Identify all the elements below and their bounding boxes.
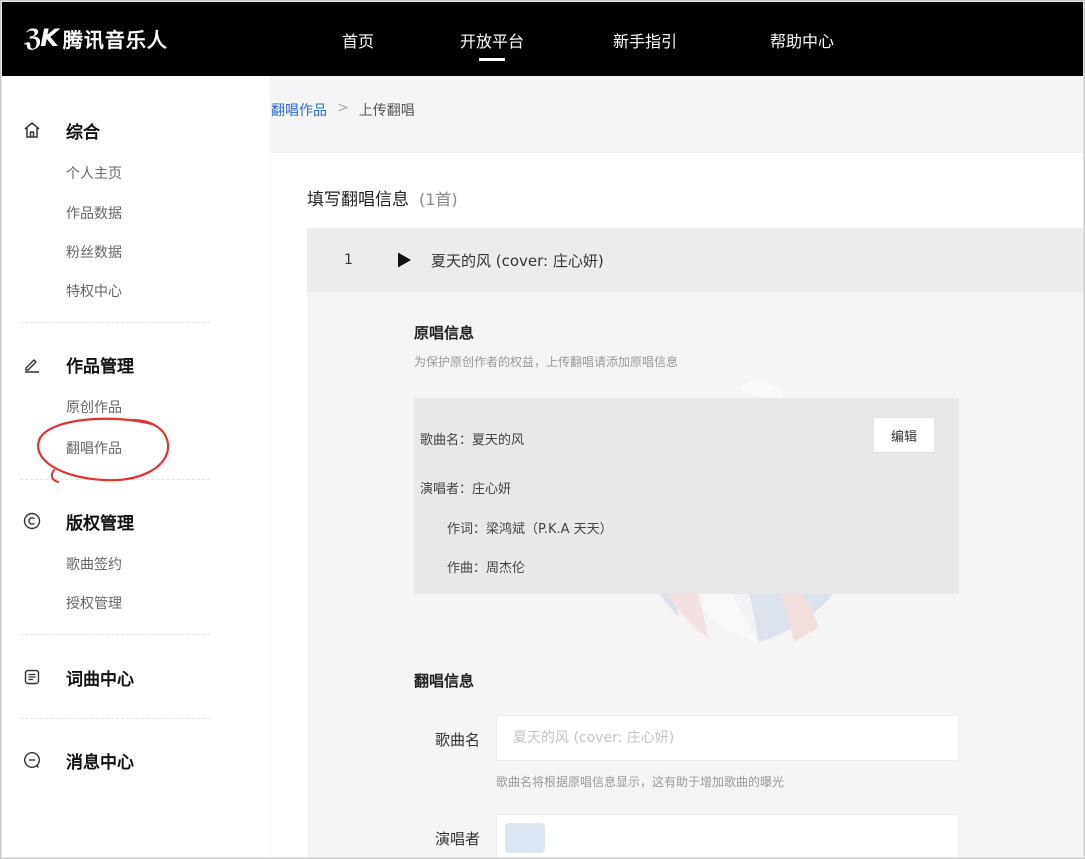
sidebar-item-works-data[interactable]: 作品数据: [66, 203, 122, 223]
sidebar: 综合 个人主页 作品数据 粉丝数据 特权中心 作品管理 原创作品 翻唱作品 版权…: [0, 76, 270, 859]
song-row[interactable]: 1 夏天的风 (cover: 庄心妍): [307, 228, 1085, 292]
logo-text: 腾讯音乐人: [62, 27, 168, 52]
cover-song-name-label: 歌曲名: [434, 731, 480, 749]
breadcrumb-link-cover-works[interactable]: 翻唱作品: [271, 100, 327, 120]
sidebar-item-license-management[interactable]: 授权管理: [66, 593, 122, 613]
card-title: 填写翻唱信息 (1首): [307, 185, 458, 210]
nav-open-platform[interactable]: 开放平台: [460, 28, 524, 52]
original-info-title: 原唱信息: [414, 324, 475, 342]
pencil-icon: [22, 354, 42, 374]
document-icon: [22, 667, 42, 687]
sidebar-section-title: 词曲中心: [66, 669, 134, 690]
original-info-note: 为保护原创作者的权益，上传翻唱请添加原唱信息: [414, 355, 679, 369]
song-title: 夏天的风 (cover: 庄心妍): [431, 251, 604, 270]
message-icon: [22, 750, 42, 770]
sidebar-section-copyright-management[interactable]: 版权管理: [22, 508, 134, 534]
original-song-name: 歌曲名：夏天的风: [420, 433, 525, 448]
top-navigation-bar: ℨK 腾讯音乐人 首页 开放平台 新手指引 帮助中心: [0, 0, 1085, 76]
sidebar-section-title: 版权管理: [66, 513, 134, 534]
cover-song-name-hint: 歌曲名将根据原唱信息显示，这有助于增加歌曲的曝光: [496, 775, 785, 789]
sidebar-divider: [20, 718, 210, 719]
sidebar-section-message-center[interactable]: 消息中心: [22, 747, 134, 773]
sidebar-item-fans-data[interactable]: 粉丝数据: [66, 242, 122, 262]
song-detail-panel: 原唱信息 为保护原创作者的权益，上传翻唱请添加原唱信息 歌曲名：夏天的风 演唱者…: [307, 292, 1085, 859]
song-index: 1: [344, 252, 353, 268]
sidebar-item-cover-works[interactable]: 翻唱作品: [66, 438, 122, 458]
play-icon[interactable]: [395, 251, 413, 273]
singer-avatar: [505, 823, 545, 853]
breadcrumb-separator: >: [337, 100, 349, 116]
sidebar-item-personal-home[interactable]: 个人主页: [66, 163, 122, 183]
breadcrumb: 翻唱作品 > 上传翻唱: [271, 100, 415, 120]
logo-mark: ℨK: [24, 24, 59, 52]
cover-singer-label: 演唱者: [434, 830, 480, 848]
edit-original-button[interactable]: 编辑: [873, 417, 935, 453]
song-count: (1首): [419, 190, 458, 209]
sidebar-section-works-management[interactable]: 作品管理: [22, 351, 134, 377]
sidebar-divider: [20, 634, 210, 635]
sidebar-item-original-works[interactable]: 原创作品: [66, 397, 122, 417]
upload-cover-card: 填写翻唱信息 (1首) 1 夏天的风 (cover: 庄心妍) 原唱信息 为保护原…: [271, 153, 1085, 859]
sidebar-divider: [20, 479, 210, 480]
breadcrumb-current: 上传翻唱: [358, 103, 415, 119]
sidebar-divider: [20, 322, 210, 323]
sidebar-section-overview[interactable]: 综合: [22, 117, 100, 143]
nav-home[interactable]: 首页: [342, 28, 374, 52]
original-info-box: 歌曲名：夏天的风 演唱者：庄心妍 作词：梁鸿斌（P.K.A 天天） 作曲：周杰伦…: [414, 398, 959, 594]
sidebar-item-song-contract[interactable]: 歌曲签约: [66, 554, 122, 574]
sidebar-section-title: 综合: [66, 122, 100, 143]
original-lyricist: 作词：梁鸿斌（P.K.A 天天）: [447, 522, 613, 537]
sidebar-section-title: 消息中心: [66, 752, 134, 773]
home-icon: [22, 120, 42, 140]
sidebar-section-lyrics-center[interactable]: 词曲中心: [22, 664, 134, 690]
original-singer: 演唱者：庄心妍: [420, 482, 512, 497]
original-composer: 作曲：周杰伦: [447, 561, 526, 576]
card-title-text: 填写翻唱信息: [307, 190, 409, 210]
cover-info-title: 翻唱信息: [414, 672, 475, 690]
cover-singer-input[interactable]: [496, 814, 959, 859]
sidebar-section-title: 作品管理: [66, 356, 134, 377]
sidebar-item-privilege-center[interactable]: 特权中心: [66, 281, 122, 301]
brand-logo[interactable]: ℨK 腾讯音乐人: [24, 22, 168, 54]
nav-beginner-guide[interactable]: 新手指引: [613, 28, 677, 52]
copyright-icon: [22, 511, 42, 531]
cover-song-name-input[interactable]: [496, 715, 959, 761]
nav-help-center[interactable]: 帮助中心: [770, 28, 834, 52]
